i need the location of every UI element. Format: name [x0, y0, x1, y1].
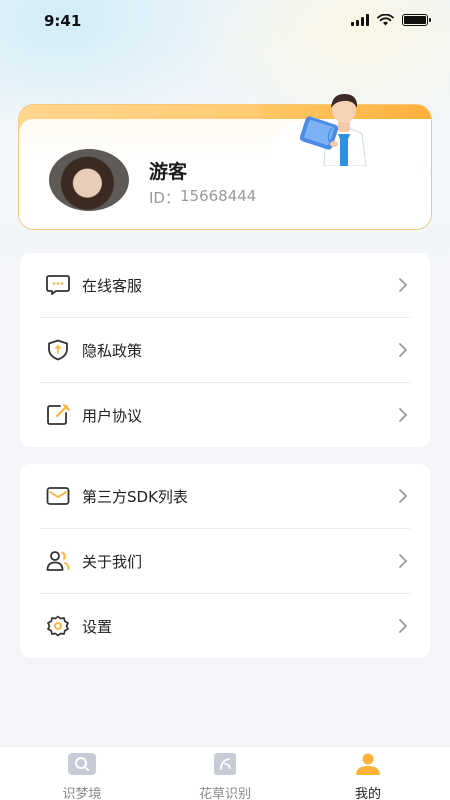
- chevron-right-icon: [399, 489, 408, 503]
- user-nickname: 游客: [149, 161, 188, 183]
- plant-recognition-icon: [214, 753, 236, 775]
- menu-label: 在线客服: [82, 277, 143, 295]
- profile-icon: [356, 753, 380, 775]
- battery-icon: [402, 14, 431, 26]
- chat-bubble-icon: [46, 275, 70, 295]
- menu-label: 第三方SDK列表: [82, 488, 188, 506]
- chevron-right-icon: [399, 408, 408, 422]
- tab-label: 我的: [354, 787, 381, 800]
- mail-icon: [46, 487, 70, 505]
- gear-icon: [47, 615, 69, 637]
- signal-icon: [351, 14, 369, 26]
- bottom-tab-bar: 识梦境 花草识别 我的: [0, 746, 450, 800]
- status-bar: 9:41: [0, 0, 450, 44]
- chevron-right-icon: [399, 278, 408, 292]
- menu-item-online-service[interactable]: 在线客服: [20, 253, 430, 318]
- avatar[interactable]: [49, 149, 129, 211]
- status-icons: [351, 14, 431, 26]
- menu-label: 设置: [82, 618, 113, 636]
- user-id: ID： 15668444: [149, 187, 256, 208]
- menu-label: 关于我们: [82, 553, 143, 571]
- menu-item-user-agreement[interactable]: 用户协议: [20, 383, 430, 448]
- menu-item-about-us[interactable]: 关于我们: [20, 529, 430, 594]
- users-icon: [46, 551, 70, 571]
- dream-search-icon: [68, 753, 96, 775]
- chevron-right-icon: [399, 343, 408, 357]
- chevron-right-icon: [399, 554, 408, 568]
- user-id-value: 15668444: [179, 187, 257, 205]
- menu-label: 隐私政策: [82, 342, 143, 360]
- tab-label: 花草识别: [198, 787, 251, 800]
- menu-item-sdk-list[interactable]: 第三方SDK列表: [20, 464, 430, 529]
- status-time: 9:41: [44, 12, 82, 30]
- edit-document-icon: [47, 404, 70, 425]
- menu-item-settings[interactable]: 设置: [20, 594, 430, 659]
- menu-label: 用户协议: [82, 407, 143, 425]
- user-id-label: ID：: [149, 189, 180, 207]
- tab-mine[interactable]: 我的: [323, 753, 413, 800]
- tab-label: 识梦境: [62, 787, 102, 800]
- menu-item-privacy-policy[interactable]: 隐私政策: [20, 318, 430, 383]
- menu-group-2: 第三方SDK列表 关于我们 设置: [20, 464, 430, 658]
- wifi-icon: [377, 14, 394, 26]
- tab-plant[interactable]: 花草识别: [180, 753, 270, 800]
- menu-group-1: 在线客服 隐私政策 用户协议: [20, 253, 430, 447]
- doctor-illustration: [299, 93, 367, 166]
- tab-dream[interactable]: 识梦境: [37, 753, 127, 800]
- shield-icon: [48, 339, 68, 361]
- chevron-right-icon: [399, 619, 408, 633]
